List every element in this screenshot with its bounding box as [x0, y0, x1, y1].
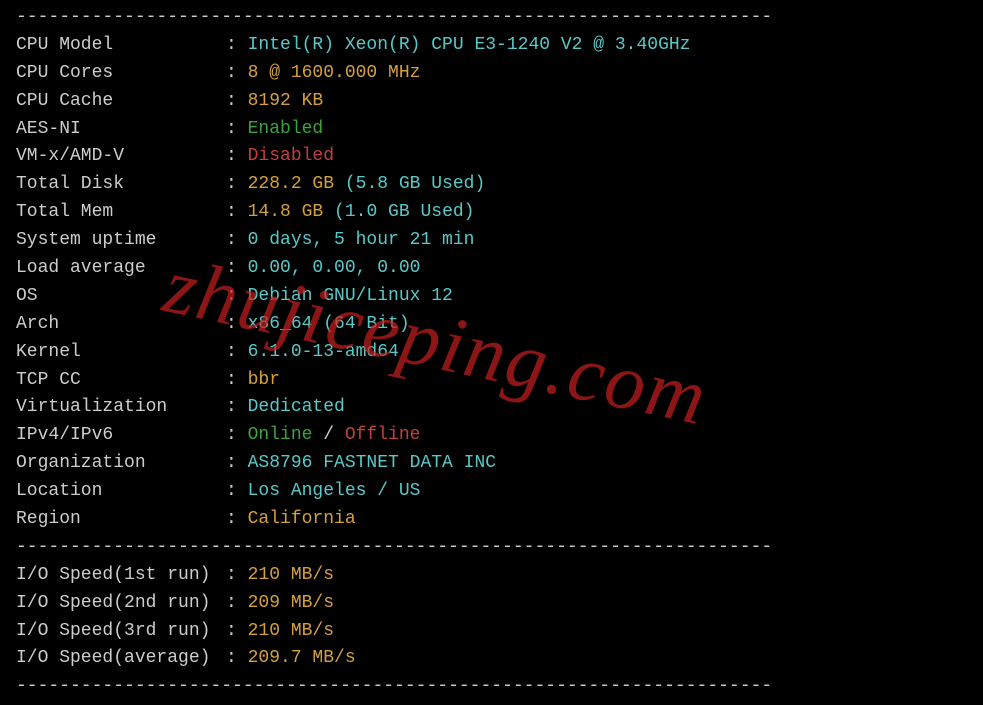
vmx-value: Disabled: [248, 146, 334, 166]
virt-label: Virtualization: [16, 394, 226, 422]
io-run3-row: I/O Speed(3rd run): 210 MB/s: [16, 618, 967, 646]
ipv-sep: /: [312, 425, 344, 445]
cpu-cores-row: CPU Cores: 8 @ 1600.000 MHz: [16, 60, 967, 88]
cpu-model-label: CPU Model: [16, 32, 226, 60]
tcp-cc-row: TCP CC: bbr: [16, 367, 967, 395]
virt-value: Dedicated: [248, 397, 345, 417]
os-value: Debian GNU/Linux 12: [248, 286, 453, 306]
org-label: Organization: [16, 450, 226, 478]
divider: ----------------------------------------…: [16, 534, 967, 562]
io-run2-value: 209 MB/s: [248, 593, 334, 613]
io-avg-row: I/O Speed(average): 209.7 MB/s: [16, 645, 967, 673]
total-disk-extra: (5.8 GB Used): [345, 174, 485, 194]
io-run1-row: I/O Speed(1st run): 210 MB/s: [16, 562, 967, 590]
os-row: OS: Debian GNU/Linux 12: [16, 283, 967, 311]
total-mem-row: Total Mem: 14.8 GB (1.0 GB Used): [16, 199, 967, 227]
uptime-label: System uptime: [16, 227, 226, 255]
ipv-row: IPv4/IPv6: Online / Offline: [16, 422, 967, 450]
load-value: 0.00, 0.00, 0.00: [248, 258, 421, 278]
total-mem-label: Total Mem: [16, 199, 226, 227]
kernel-row: Kernel: 6.1.0-13-amd64: [16, 339, 967, 367]
cpu-cores-label: CPU Cores: [16, 60, 226, 88]
tcp-cc-value: bbr: [248, 370, 280, 390]
uptime-row: System uptime: 0 days, 5 hour 21 min: [16, 227, 967, 255]
tcp-cc-label: TCP CC: [16, 367, 226, 395]
ipv6-status: Offline: [345, 425, 421, 445]
arch-label: Arch: [16, 311, 226, 339]
total-mem-extra: (1.0 GB Used): [334, 202, 474, 222]
ipv-label: IPv4/IPv6: [16, 422, 226, 450]
io-avg-label: I/O Speed(average): [16, 645, 226, 673]
location-value: Los Angeles / US: [248, 481, 421, 501]
os-label: OS: [16, 283, 226, 311]
cpu-model-value: Intel(R) Xeon(R) CPU E3-1240 V2 @ 3.40GH…: [248, 35, 691, 55]
io-run1-label: I/O Speed(1st run): [16, 562, 226, 590]
total-disk-row: Total Disk: 228.2 GB (5.8 GB Used): [16, 171, 967, 199]
load-label: Load average: [16, 255, 226, 283]
terminal-output: ----------------------------------------…: [0, 0, 983, 705]
arch-value: x86_64 (64 Bit): [248, 314, 410, 334]
virt-row: Virtualization: Dedicated: [16, 394, 967, 422]
region-value: California: [248, 509, 356, 529]
vmx-label: VM-x/AMD-V: [16, 143, 226, 171]
total-disk-label: Total Disk: [16, 171, 226, 199]
kernel-label: Kernel: [16, 339, 226, 367]
location-label: Location: [16, 478, 226, 506]
total-disk-value: 228.2 GB: [248, 174, 334, 194]
io-avg-value: 209.7 MB/s: [248, 648, 356, 668]
arch-row: Arch: x86_64 (64 Bit): [16, 311, 967, 339]
cpu-cores-value: 8 @ 1600.000 MHz: [248, 63, 421, 83]
kernel-value: 6.1.0-13-amd64: [248, 342, 399, 362]
org-row: Organization: AS8796 FASTNET DATA INC: [16, 450, 967, 478]
cpu-cache-row: CPU Cache: 8192 KB: [16, 88, 967, 116]
ipv4-status: Online: [248, 425, 313, 445]
total-mem-value: 14.8 GB: [248, 202, 324, 222]
aes-ni-label: AES-NI: [16, 116, 226, 144]
region-label: Region: [16, 506, 226, 534]
divider: ----------------------------------------…: [16, 4, 967, 32]
io-run3-value: 210 MB/s: [248, 621, 334, 641]
io-run3-label: I/O Speed(3rd run): [16, 618, 226, 646]
cpu-cache-value: 8192 KB: [248, 91, 324, 111]
aes-ni-value: Enabled: [248, 119, 324, 139]
vmx-row: VM-x/AMD-V: Disabled: [16, 143, 967, 171]
uptime-value: 0 days, 5 hour 21 min: [248, 230, 475, 250]
org-value: AS8796 FASTNET DATA INC: [248, 453, 496, 473]
location-row: Location: Los Angeles / US: [16, 478, 967, 506]
region-row: Region: California: [16, 506, 967, 534]
load-row: Load average: 0.00, 0.00, 0.00: [16, 255, 967, 283]
aes-ni-row: AES-NI: Enabled: [16, 116, 967, 144]
cpu-cache-label: CPU Cache: [16, 88, 226, 116]
io-run1-value: 210 MB/s: [248, 565, 334, 585]
divider: ----------------------------------------…: [16, 673, 967, 701]
cpu-model-row: CPU Model: Intel(R) Xeon(R) CPU E3-1240 …: [16, 32, 967, 60]
io-run2-row: I/O Speed(2nd run): 209 MB/s: [16, 590, 967, 618]
io-run2-label: I/O Speed(2nd run): [16, 590, 226, 618]
